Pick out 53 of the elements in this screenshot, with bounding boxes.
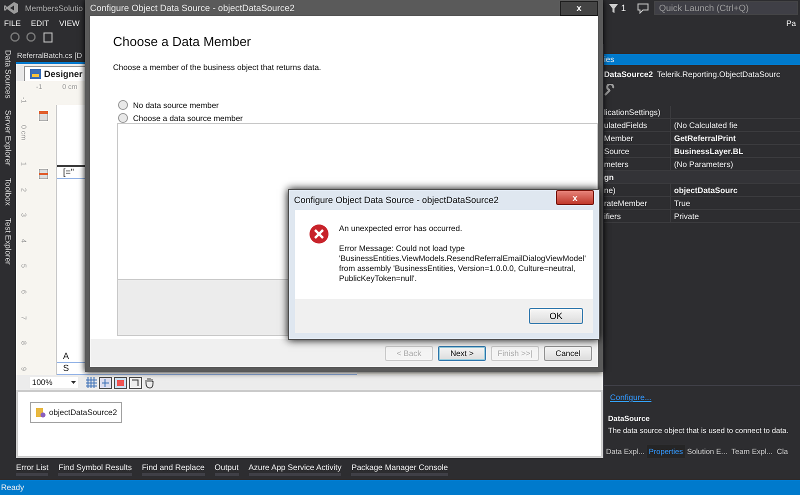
property-value[interactable]: Private xyxy=(671,212,699,220)
object-name: DataSource2 xyxy=(604,70,653,79)
wizard-description: Choose a member of the business object that returns data. xyxy=(113,63,322,72)
notification-count[interactable]: 1 xyxy=(620,3,626,13)
property-value[interactable]: BusinessLayer.BL xyxy=(671,146,744,156)
wizard-button[interactable]: Cancel xyxy=(544,346,592,360)
side-tab[interactable]: Data Sources xyxy=(4,50,12,98)
wizard-button[interactable]: Next > xyxy=(438,346,486,360)
tool-tab[interactable]: Find and Replace xyxy=(142,462,205,476)
status-text: Ready xyxy=(1,483,24,492)
component-item[interactable]: objectDataSource2 xyxy=(30,402,122,423)
property-value[interactable]: True xyxy=(671,198,690,208)
radio-label[interactable]: No data source member xyxy=(133,100,219,110)
property-name[interactable]: Source xyxy=(604,145,671,157)
radio-label[interactable]: Choose a data source member xyxy=(133,114,243,122)
menu-item[interactable]: FILE xyxy=(4,18,21,28)
property-value[interactable]: objectDataSourc xyxy=(671,186,738,194)
wizard-heading: Choose a Data Member xyxy=(113,34,252,49)
property-name[interactable]: ne) xyxy=(604,184,671,196)
property-name[interactable]: ifiers xyxy=(604,210,671,222)
dialog-title: Configure Object Data Source - objectDataSource2 xyxy=(294,195,499,205)
property-value[interactable]: (No Calculated fie xyxy=(671,120,738,130)
error-message: Error Message: Could not load type 'BusinessEntities.ViewModels.ResendReferralEmailDialogViewModel' from assembly 'BusinessEntities, Version=1.0.0.0, Culture=neutral, PublicKeyToken=null'. xyxy=(339,244,586,284)
close-button[interactable]: x xyxy=(560,0,598,16)
property-name[interactable]: ulatedFields xyxy=(604,119,671,131)
configure-link[interactable]: Configure... xyxy=(610,393,652,402)
dialog-title: Configure Object Data Source - objectDataSource2 xyxy=(90,3,295,13)
side-tab[interactable]: Test Explorer xyxy=(4,218,12,264)
account-name[interactable]: Pa xyxy=(786,18,796,28)
property-value[interactable]: (No Parameters) xyxy=(671,160,734,168)
close-button[interactable]: x xyxy=(556,190,594,205)
property-name[interactable]: rateMember xyxy=(604,197,671,209)
menu-item[interactable]: VIEW xyxy=(59,18,80,28)
ok-button[interactable]: OK xyxy=(529,308,583,324)
property-name[interactable]: meters xyxy=(604,158,671,170)
side-tab[interactable]: Toolbox xyxy=(4,178,12,206)
property-name[interactable]: Member xyxy=(604,132,671,144)
property-value[interactable]: GetReferralPrint xyxy=(671,134,736,142)
panel-header: ies xyxy=(604,54,800,65)
error-headline: An unexpected error has occurred. xyxy=(339,224,464,233)
object-type: Telerik.Reporting.ObjectDataSourc xyxy=(656,70,780,79)
tool-tab[interactable]: Azure App Service Activity xyxy=(248,462,342,476)
tool-tab[interactable]: Error List xyxy=(16,462,48,476)
category-row[interactable]: gn xyxy=(604,171,800,184)
tool-tab[interactable]: Output xyxy=(214,462,239,476)
tool-tab[interactable]: Package Manager Console xyxy=(351,462,448,476)
menu-item[interactable]: EDIT xyxy=(30,18,50,28)
property-name[interactable]: licationSettings) xyxy=(604,106,671,118)
side-tab[interactable]: Server Explorer xyxy=(4,110,12,166)
zoom-dropdown[interactable]: 100% xyxy=(30,377,78,388)
window-title: MembersSolutio xyxy=(25,4,83,12)
tool-tab[interactable]: Find Symbol Results xyxy=(58,462,132,476)
quick-launch-field[interactable]: Quick Launch (Ctrl+Q) xyxy=(654,1,798,15)
